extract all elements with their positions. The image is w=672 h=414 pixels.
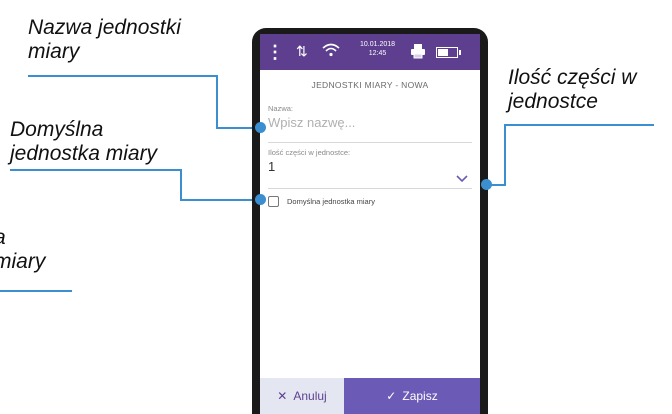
status-datetime: 10.01.2018 12:45 bbox=[360, 40, 395, 58]
wifi-icon bbox=[322, 43, 340, 62]
qty-field[interactable]: Ilość części w jednostce: 1 bbox=[268, 148, 472, 189]
phone-screen: ⋮ ⇅ 10.01.2018 12:45 JEDNOSTKI MIARY - N… bbox=[260, 34, 480, 414]
qty-select-value[interactable]: 1 bbox=[268, 159, 472, 174]
annotation-partial-text: a miary bbox=[0, 226, 46, 273]
action-bar: ✕ Anuluj ✓ Zapisz bbox=[260, 378, 480, 414]
default-unit-checkbox[interactable] bbox=[268, 196, 279, 207]
callout-line-default-v bbox=[180, 169, 182, 201]
callout-line-name-h1 bbox=[28, 75, 218, 77]
phone-device: ⋮ ⇅ 10.01.2018 12:45 JEDNOSTKI MIARY - N… bbox=[252, 28, 488, 414]
annotation-default-unit: Domyślna jednostka miary bbox=[10, 118, 158, 165]
printer-icon bbox=[410, 43, 426, 64]
default-unit-label: Domyślna jednostka miary bbox=[287, 197, 375, 206]
status-date: 10.01.2018 bbox=[360, 41, 396, 48]
name-input[interactable]: Wpisz nazwę... bbox=[268, 115, 472, 130]
name-field[interactable]: Nazwa: Wpisz nazwę... bbox=[268, 104, 472, 143]
status-bar: ⋮ ⇅ 10.01.2018 12:45 bbox=[260, 34, 480, 70]
callout-line-default-h2 bbox=[180, 199, 260, 201]
close-icon: ✕ bbox=[277, 389, 288, 403]
save-button[interactable]: ✓ Zapisz bbox=[344, 378, 480, 414]
callout-dot-qty bbox=[481, 179, 492, 190]
annotation-parts-count: Ilość części w jednostce bbox=[508, 66, 637, 113]
qty-field-label: Ilość części w jednostce: bbox=[268, 148, 351, 157]
cancel-label: Anuluj bbox=[293, 389, 327, 403]
check-icon: ✓ bbox=[386, 389, 397, 403]
callout-line-name-v bbox=[216, 75, 218, 129]
callout-line-default-h1 bbox=[10, 169, 182, 171]
status-time: 12:45 bbox=[368, 50, 387, 57]
name-field-label: Nazwa: bbox=[268, 104, 294, 113]
callout-line-qty-h2 bbox=[504, 124, 654, 126]
cancel-button[interactable]: ✕ Anuluj bbox=[260, 378, 344, 414]
annotation-unit-name: Nazwa jednostki miary bbox=[28, 16, 181, 63]
save-label: Zapisz bbox=[402, 389, 438, 403]
default-unit-row[interactable]: Domyślna jednostka miary bbox=[268, 196, 375, 207]
callout-dot-name bbox=[255, 122, 266, 133]
callout-line-bottom bbox=[0, 290, 72, 292]
battery-icon bbox=[436, 47, 461, 58]
page-title: JEDNOSTKI MIARY - NOWA bbox=[311, 80, 429, 90]
transfer-arrows-icon: ⇅ bbox=[296, 43, 308, 59]
callout-line-qty-v bbox=[504, 124, 506, 186]
chevron-down-icon[interactable] bbox=[456, 170, 468, 188]
menu-dots-icon[interactable]: ⋮ bbox=[266, 42, 284, 63]
callout-dot-default bbox=[255, 194, 266, 205]
